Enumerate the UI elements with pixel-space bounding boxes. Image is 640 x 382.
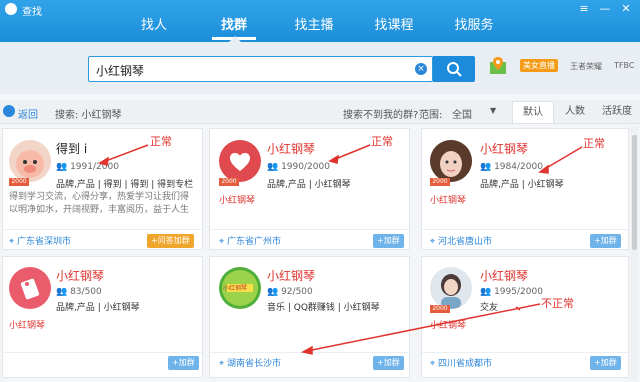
annotation-normal: 正常 bbox=[371, 135, 393, 148]
annotation-arrows bbox=[98, 144, 583, 355]
annotation-arrow bbox=[102, 144, 149, 163]
annotation-normal: 正常 bbox=[583, 137, 605, 150]
annotation-arrowhead bbox=[98, 156, 109, 166]
annotation-arrowhead bbox=[538, 164, 549, 174]
annotation-arrow bbox=[542, 146, 583, 171]
annotation-arrow bbox=[306, 303, 541, 352]
annotation-arrowhead bbox=[328, 154, 339, 164]
annotation-abnormal: 不正常 bbox=[541, 297, 574, 310]
annotation-arrow bbox=[332, 144, 371, 161]
annotation-normal: 正常 bbox=[150, 135, 172, 148]
annotation-arrowhead bbox=[300, 345, 313, 355]
